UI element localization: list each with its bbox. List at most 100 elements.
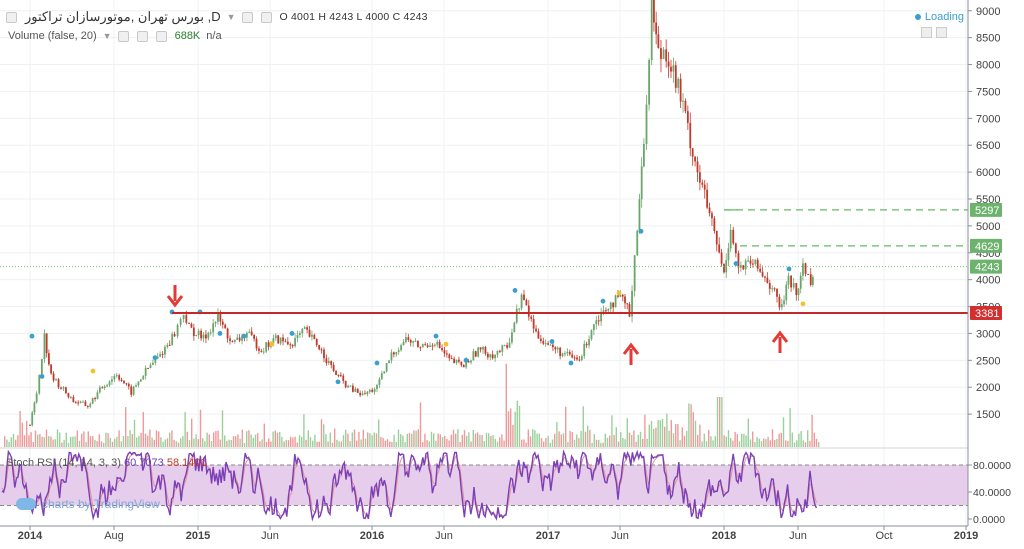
volume-bar <box>532 429 534 447</box>
volume-bar <box>380 436 382 447</box>
settings-icon[interactable] <box>260 11 272 23</box>
volume-bar <box>210 441 213 447</box>
volume-bar <box>349 441 351 447</box>
volume-bar <box>463 430 466 447</box>
volume-bar <box>778 433 780 447</box>
candle-body <box>749 260 752 264</box>
price-badge-label: 4243 <box>975 262 999 274</box>
settings-icon[interactable] <box>136 30 148 42</box>
candle-body <box>443 350 446 354</box>
chevron-down-icon[interactable]: ▼ <box>103 31 112 41</box>
stoch-legend[interactable]: Stoch RSI (14, 14, 3, 3) 60.7073 58.1401 <box>6 457 207 469</box>
candle-body <box>330 361 333 365</box>
candle-body <box>708 207 711 214</box>
volume-bar <box>246 431 248 447</box>
candle-body <box>660 48 662 60</box>
close-icon[interactable] <box>155 30 167 42</box>
volume-bar <box>672 433 675 447</box>
volume-bar <box>441 436 444 447</box>
candle-body <box>699 172 701 183</box>
eye-icon[interactable] <box>117 30 129 42</box>
candle-body <box>426 345 429 348</box>
volume-bar <box>466 435 468 447</box>
candle-body <box>580 356 583 360</box>
volume-bar <box>272 431 274 447</box>
volume-legend[interactable]: Volume (false, 20) ▼ 688K n/a <box>8 30 222 42</box>
volume-bar <box>389 441 391 447</box>
volume-bar <box>496 441 499 447</box>
candle-body <box>130 386 133 395</box>
candle-body <box>301 328 304 334</box>
candle-body <box>118 375 121 380</box>
candle-body <box>315 338 318 346</box>
volume-bar <box>807 430 809 447</box>
candle-body <box>82 401 84 403</box>
restore-icon[interactable] <box>936 27 947 38</box>
chevron-down-icon[interactable]: ▼ <box>227 12 236 22</box>
candle-body <box>151 362 154 365</box>
volume-bar <box>571 431 573 447</box>
volume-bar <box>624 439 626 447</box>
volume-bar <box>468 432 470 447</box>
candle-body <box>376 384 378 390</box>
volume-bar <box>419 402 422 447</box>
candle-body <box>149 364 152 369</box>
stoch-tick-label: 40.0000 <box>973 487 1011 499</box>
candle-body <box>448 354 451 359</box>
eye-icon[interactable] <box>241 11 253 23</box>
volume-bar <box>499 437 501 447</box>
signal-dot <box>433 333 439 339</box>
volume-bar <box>732 440 734 447</box>
volume-bar <box>301 436 303 447</box>
volume-bar <box>151 437 153 447</box>
volume-bar <box>474 433 477 447</box>
volume-bar <box>767 436 769 447</box>
candle-body <box>137 381 140 386</box>
volume-bar <box>219 439 221 447</box>
price-badge-label: 3381 <box>975 308 999 320</box>
candle-body <box>665 49 668 62</box>
candle-body <box>811 276 814 285</box>
volume-bar <box>65 432 67 447</box>
volume-bar <box>70 436 72 447</box>
candle-body <box>597 320 600 322</box>
volume-bar <box>23 435 26 447</box>
volume-bar <box>622 438 624 447</box>
candle-body <box>40 359 43 375</box>
symbol-legend[interactable]: بورس تهران ,موتورسازان تراکتور ,D ▼ O 40… <box>6 9 428 25</box>
price-badge-label: 4629 <box>975 241 999 253</box>
candle-body <box>501 345 504 352</box>
volume-bar <box>39 433 41 447</box>
tradingview-branding[interactable]: charts by TradingView <box>16 497 160 511</box>
candle-body <box>405 337 407 343</box>
volume-bar <box>138 435 140 447</box>
volume-bar <box>609 435 611 447</box>
volume-bar <box>61 442 63 447</box>
volume-bar <box>72 436 74 447</box>
candle-body <box>508 342 511 348</box>
volume-bar <box>813 432 815 447</box>
signal-dot <box>241 333 247 339</box>
volume-bar <box>595 439 598 447</box>
volume-bar <box>89 436 92 447</box>
volume-bar <box>316 441 318 447</box>
collapse-icon[interactable] <box>6 11 17 23</box>
stoch-label: Stoch RSI (14, 14, 3, 3) <box>6 457 121 469</box>
candle-body <box>311 334 313 337</box>
candle-body <box>226 328 229 339</box>
volume-bar <box>375 433 378 447</box>
volume-bar <box>589 430 591 447</box>
candle-body <box>385 363 388 372</box>
volume-bar <box>655 427 657 447</box>
volume-bar <box>584 431 587 447</box>
volume-bar <box>8 441 10 447</box>
volume-bar <box>105 432 107 447</box>
volume-bar <box>285 439 287 447</box>
maximize-icon[interactable] <box>921 27 932 38</box>
volume-bar <box>743 433 745 447</box>
candle-body <box>373 389 376 392</box>
volume-bar <box>131 434 133 447</box>
time-axis-panel[interactable] <box>0 526 968 544</box>
volume-bar <box>351 432 353 447</box>
volume-bar <box>153 439 155 447</box>
